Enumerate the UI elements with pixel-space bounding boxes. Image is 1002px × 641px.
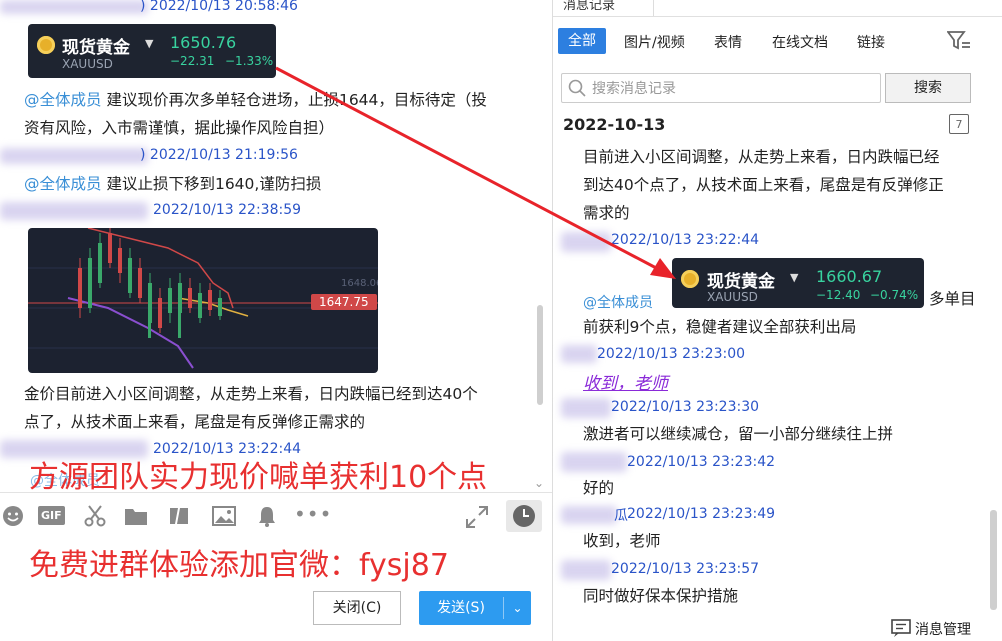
quote-price: 1650.76 — [170, 33, 237, 52]
message-line: 建议现价再次多单轻仓进场，止损1644，目标待定（投 — [106, 91, 487, 109]
blurred-username — [561, 232, 611, 252]
gold-quote-card[interactable]: 现货黄金 ▼ 1660.67 XAUUSD −12.40 −0.74% — [672, 258, 924, 308]
history-button[interactable] — [506, 500, 542, 532]
quote-symbol: XAUUSD — [62, 57, 113, 71]
tab-links[interactable]: 链接 — [857, 32, 885, 52]
gif-icon[interactable]: GIF — [38, 506, 65, 525]
chevron-down-icon[interactable]: ▼ — [145, 37, 153, 50]
message-line: 收到，老师 — [583, 532, 661, 550]
blurred-username — [0, 0, 148, 14]
tab-media[interactable]: 图片/视频 — [624, 32, 685, 52]
message-timestamp: ) 2022/10/13 20:58:46 — [140, 0, 298, 14]
blurred-username — [0, 202, 148, 220]
message-timestamp: 2022/10/13 23:23:57 — [611, 561, 760, 577]
expand-icon[interactable] — [465, 505, 489, 534]
search-button[interactable]: 搜索 — [885, 73, 971, 103]
message-line: 金价目前进入小区间调整，从走势上来看，日内跌幅已经到达40个 — [24, 385, 478, 403]
message-line: 需求的 — [583, 204, 630, 222]
emoji-icon[interactable] — [2, 505, 24, 532]
clock-icon — [513, 505, 535, 527]
message-line: 目前进入小区间调整，从走势上来看，日内跌幅已经 — [583, 148, 940, 166]
quote-change: −12.40 — [816, 288, 861, 302]
message-timestamp: 2022/10/13 23:23:42 — [627, 454, 776, 470]
close-button[interactable]: 关闭(C) — [313, 591, 401, 625]
quote-name: 现货黄金 — [62, 38, 130, 58]
history-title: 消息记录 — [563, 0, 616, 13]
blurred-username — [561, 398, 611, 418]
quote-change-pct: −1.33% — [225, 54, 274, 68]
message-line: 建议止损下移到1640,谨防扫损 — [106, 175, 322, 193]
file-icon[interactable] — [168, 506, 190, 531]
blurred-username — [561, 560, 611, 580]
more-icon[interactable]: ••• — [294, 502, 332, 526]
promo-overlay-line1: 方源团队实力现价喊单获利10个点 — [29, 460, 488, 495]
message-body: @全体成员 建议现价再次多单轻仓进场，止损1644，目标待定（投 资有风险，入市… — [24, 86, 544, 142]
blurred-username — [0, 148, 148, 164]
message-line: 到达40个点了，从技术面上来看，尾盘是有反弹修正 — [583, 176, 944, 194]
bell-icon[interactable] — [256, 505, 278, 532]
mention-all[interactable]: @全体成员 — [24, 91, 102, 109]
gold-quote-card[interactable]: 现货黄金 ▼ 1650.76 XAUUSD −22.31 −1.33% — [28, 24, 276, 78]
chart-price-tag: 1647.75 — [311, 294, 377, 310]
search-input[interactable]: 搜索消息记录 — [561, 73, 881, 103]
message-line: 前获利9个点，稳健者建议全部获利出局 — [583, 318, 857, 336]
promo-overlay-line2: 免费进群体验添加官微：fysj87 — [29, 548, 449, 583]
chat-scrollbar[interactable] — [537, 305, 543, 405]
message-link[interactable]: 收到，老师 — [583, 369, 668, 394]
quote-change-pct: −0.74% — [870, 288, 919, 302]
chart-faint-label: 1648.06 — [341, 278, 378, 289]
chevron-down-icon[interactable]: ⌄ — [504, 591, 531, 625]
message-timestamp: 2022/10/13 23:23:49 — [627, 506, 776, 522]
gold-coin-icon — [37, 36, 55, 54]
message-timestamp: 2022/10/13 22:38:59 — [153, 202, 302, 218]
input-toolbar: GIF ••• — [0, 500, 552, 534]
message-manage-label: 消息管理 — [915, 622, 971, 638]
message-body: 目前进入小区间调整，从走势上来看，日内跌幅已经 到达40个点了，从技术面上来看，… — [583, 143, 944, 227]
send-button-group: 发送(S) ⌄ — [419, 591, 531, 625]
history-scrollbar[interactable] — [990, 510, 997, 610]
chart-image[interactable]: 1648.06 1647.75 — [28, 228, 378, 373]
date-header: 2022-10-13 — [563, 115, 666, 134]
tab-online-docs[interactable]: 在线文档 — [772, 32, 828, 52]
chevron-down-icon[interactable]: ▼ — [790, 271, 798, 284]
search-placeholder: 搜索消息记录 — [592, 81, 676, 97]
blurred-username — [561, 452, 627, 472]
mention-all[interactable]: @全体成员 — [583, 292, 653, 312]
message-line: 资有风险，入市需谨慎，据此操作风险自担） — [24, 119, 335, 137]
blurred-username — [561, 506, 617, 524]
quote-symbol: XAUUSD — [707, 290, 758, 304]
send-button[interactable]: 发送(S) — [419, 591, 503, 625]
gold-coin-icon — [681, 270, 699, 288]
chevron-down-icon[interactable]: ⌄ — [534, 476, 544, 490]
message-line: 同时做好保本保护措施 — [583, 587, 739, 605]
message-history-pane: 消息记录 全部 图片/视频 表情 在线文档 链接 搜索消息记录 搜索 2022-… — [552, 0, 1002, 641]
image-icon[interactable] — [212, 506, 236, 531]
message-timestamp: 2022/10/13 23:22:44 — [611, 232, 760, 248]
message-timestamp: 2022/10/13 23:23:30 — [611, 399, 760, 415]
message-timestamp: ) 2022/10/13 21:19:56 — [140, 147, 298, 163]
username-fragment: 瓜 — [614, 508, 628, 524]
history-title-tab[interactable]: 消息记录 — [553, 0, 654, 16]
tab-all[interactable]: 全部 — [558, 28, 606, 54]
manage-icon — [891, 619, 911, 637]
blurred-username — [561, 345, 597, 363]
message-timestamp: 2022/10/13 23:23:00 — [597, 346, 746, 362]
tab-stickers[interactable]: 表情 — [714, 32, 742, 52]
divider — [553, 16, 1002, 17]
quote-price: 1660.67 — [816, 267, 883, 286]
message-line: 激进者可以继续减仓，留一小部分继续往上拼 — [583, 425, 894, 443]
search-icon — [568, 79, 586, 97]
filter-icon[interactable] — [946, 30, 971, 56]
calendar-icon[interactable]: 7 — [949, 114, 969, 134]
message-line: 点了，从技术面上来看，尾盘是有反弹修正需求的 — [24, 413, 366, 431]
quote-name: 现货黄金 — [707, 272, 775, 292]
message-body: 金价目前进入小区间调整，从走势上来看，日内跌幅已经到达40个 点了，从技术面上来… — [24, 380, 534, 436]
scissors-icon[interactable] — [84, 505, 106, 532]
mention-all[interactable]: @全体成员 — [24, 175, 102, 193]
message-line: 多单目 — [929, 290, 976, 308]
folder-icon[interactable] — [124, 506, 148, 531]
quote-change: −22.31 — [170, 54, 215, 68]
message-body: @全体成员 建议止损下移到1640,谨防扫损 — [24, 170, 321, 198]
message-line: 好的 — [583, 479, 615, 497]
